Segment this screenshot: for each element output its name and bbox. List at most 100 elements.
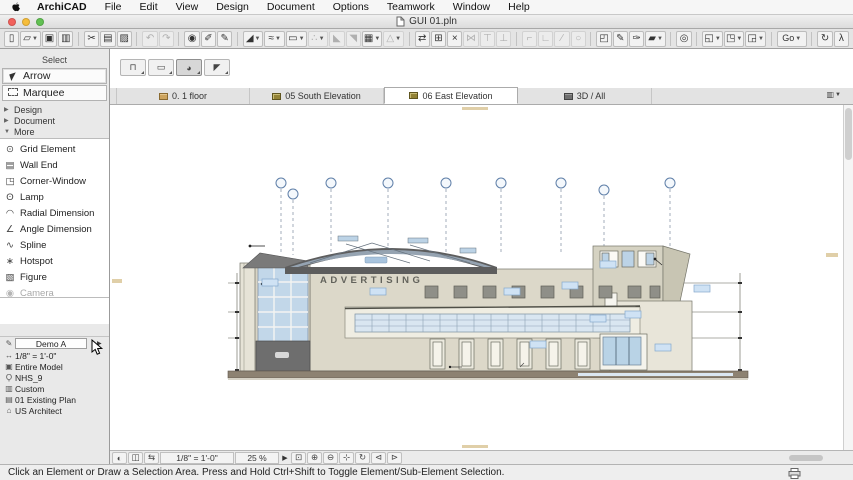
zoom-in-button[interactable]: ⊕ — [307, 452, 322, 464]
next-zoom-button[interactable]: ⊳ — [387, 452, 402, 464]
inject-parameters-button[interactable]: ✎▼ — [217, 31, 232, 47]
new-button[interactable]: ▯▼ — [4, 31, 19, 47]
arrow-mode-button[interactable]: ◤ — [204, 59, 230, 76]
go-button[interactable]: Go▼ — [777, 31, 807, 47]
arrow-tool[interactable]: ◤ Arrow — [2, 68, 107, 84]
figure-tool[interactable]: ▧Figure — [0, 269, 109, 285]
tab-overview-button[interactable]: ▥▼ — [826, 90, 841, 99]
horizontal-scrollbar[interactable] — [403, 452, 851, 464]
zoom-level-button[interactable]: 25 % — [235, 452, 279, 464]
layer-settings-button[interactable]: ◢▼ — [243, 31, 264, 47]
section-window-button[interactable]: ◳▼ — [724, 31, 745, 47]
tab-east-elevation[interactable]: 06 East Elevation — [384, 87, 518, 104]
dimension-style-row[interactable]: ▥Custom — [0, 383, 109, 394]
split-button[interactable]: ∕▼ — [554, 31, 569, 47]
menu-view[interactable]: View — [167, 1, 208, 13]
undo-button[interactable]: ↶▼ — [142, 31, 157, 47]
close-window-button[interactable]: ×▼ — [447, 31, 462, 47]
elevation-drawing[interactable]: ADVERTISING — [110, 105, 843, 450]
fit-in-window-button[interactable]: ⊡ — [291, 452, 306, 464]
line-weight-button[interactable]: ≈▼ — [264, 31, 285, 47]
camera-button[interactable]: ◎▼ — [676, 31, 691, 47]
tab-floor-plan[interactable]: 0. 1 floor — [116, 88, 250, 104]
menu-edit[interactable]: Edit — [131, 1, 167, 13]
paste-button[interactable]: ▨▼ — [117, 31, 132, 47]
toolbox-group-design[interactable]: ▶Design — [4, 104, 106, 115]
slab-tool-button[interactable]: ◣▼ — [329, 31, 344, 47]
renovation-filter-row[interactable]: ▤01 Existing Plan — [0, 394, 109, 405]
pickup-parameters-button[interactable]: ✐▼ — [201, 31, 216, 47]
annotate-pen-button[interactable]: ✎▼ — [613, 31, 628, 47]
adjust-button[interactable]: ○▼ — [571, 31, 586, 47]
wall-end-tool[interactable]: ▤Wall End — [0, 157, 109, 173]
find-select-button[interactable]: ◉▼ — [184, 31, 199, 47]
column-tool-button[interactable]: ◥▼ — [346, 31, 361, 47]
menu-teamwork[interactable]: Teamwork — [378, 1, 444, 13]
printer-icon[interactable] — [788, 468, 801, 479]
tab-south-elevation[interactable]: 05 South Elevation — [250, 88, 384, 104]
explore-button[interactable]: λ▼ — [834, 31, 849, 47]
floor-plan-window-button[interactable]: ◱▼ — [702, 31, 723, 47]
save-button[interactable]: ▣▼ — [42, 31, 57, 47]
angle-edit-button[interactable]: ∟▼ — [538, 31, 553, 47]
zoom-menu-arrow-icon[interactable]: ▶ — [280, 452, 290, 464]
lamp-drop-button[interactable]: △▼ — [383, 31, 404, 47]
vertical-scrollbar[interactable] — [843, 105, 853, 450]
grid-snap-button[interactable]: ⊞▼ — [431, 31, 446, 47]
cut-button[interactable]: ✂▼ — [84, 31, 99, 47]
grid-element-tool[interactable]: ⊙Grid Element — [0, 141, 109, 157]
preview-navigator-button[interactable]: ◫ — [128, 452, 143, 464]
entire-model-row[interactable]: ▣Entire Model — [0, 361, 109, 372]
markup-tools-button[interactable]: ✑▼ — [629, 31, 644, 47]
orbit-mode-button[interactable]: ◕ — [176, 59, 202, 76]
orientation-button[interactable]: ⇆ — [144, 452, 159, 464]
apple-menu-icon[interactable] — [8, 2, 22, 13]
rotate-view-button[interactable]: ↻ — [355, 452, 370, 464]
snap-points-button[interactable]: ∴▼ — [308, 31, 329, 47]
profile-set-row[interactable]: ⌂US Architect — [0, 405, 109, 416]
highlighter-button[interactable]: ▰▼ — [645, 31, 666, 47]
hotspot-tool[interactable]: ∗Hotspot — [0, 253, 109, 269]
tracker-toggle-button[interactable]: ◐ — [112, 452, 127, 464]
mirror-button[interactable]: ⋈▼ — [463, 31, 478, 47]
menu-help[interactable]: Help — [499, 1, 539, 13]
previous-zoom-button[interactable]: ⊲ — [371, 452, 386, 464]
lamp-tool[interactable]: ʘLamp — [0, 189, 109, 205]
fit-in-window-button[interactable]: ◰▼ — [596, 31, 611, 47]
menu-file[interactable]: File — [96, 1, 131, 13]
menu-window[interactable]: Window — [444, 1, 499, 13]
open-button[interactable]: ▱▼ — [20, 31, 41, 47]
orbit-button[interactable]: ↻▼ — [817, 31, 832, 47]
profile-dropdown[interactable]: Demo A — [15, 338, 87, 349]
redo-button[interactable]: ↷▼ — [159, 31, 174, 47]
marquee-shape-button[interactable]: ▭ — [148, 59, 174, 76]
horizontal-scrollbar-thumb[interactable] — [789, 455, 823, 461]
corner-window-tool[interactable]: ◳Corner-Window — [0, 173, 109, 189]
spline-tool[interactable]: ∿Spline — [0, 237, 109, 253]
menu-design[interactable]: Design — [207, 1, 258, 13]
menu-archicad[interactable]: ArchiCAD — [28, 1, 96, 13]
copy-button[interactable]: ▤▼ — [100, 31, 115, 47]
zoom-out-button[interactable]: ⊖ — [323, 452, 338, 464]
marquee-tool[interactable]: Marquee — [2, 85, 107, 101]
stretch-button[interactable]: ⊥▼ — [496, 31, 511, 47]
selection-mode-button[interactable]: ⊓ — [120, 59, 146, 76]
print-button[interactable]: ▥▼ — [58, 31, 73, 47]
menu-options[interactable]: Options — [324, 1, 378, 13]
elevate-button[interactable]: ⊤▼ — [480, 31, 495, 47]
vertical-scrollbar-thumb[interactable] — [845, 108, 852, 160]
angle-dimension-tool[interactable]: ∠Angle Dimension — [0, 221, 109, 237]
radial-dimension-tool[interactable]: ◠Radial Dimension — [0, 205, 109, 221]
layout-window-button[interactable]: ◲▼ — [745, 31, 766, 47]
toolbox-group-document[interactable]: ▶Document — [4, 115, 106, 126]
drawing-scale-button[interactable]: 1/8" = 1'-0" — [160, 452, 234, 464]
menu-document[interactable]: Document — [258, 1, 324, 13]
tab-3d-all[interactable]: 3D / All — [518, 88, 652, 104]
trim-corner-button[interactable]: ⌐▼ — [522, 31, 537, 47]
quick-layers-button[interactable]: ⇄▼ — [415, 31, 430, 47]
wall-end-button[interactable]: ▭▼ — [286, 31, 307, 47]
layer-combination-row[interactable]: ϘNHS_9 — [0, 372, 109, 383]
favorites-button[interactable]: ▦▼ — [362, 31, 383, 47]
pan-button[interactable]: ⊹ — [339, 452, 354, 464]
toolbox-group-more[interactable]: ▼More — [4, 126, 106, 137]
